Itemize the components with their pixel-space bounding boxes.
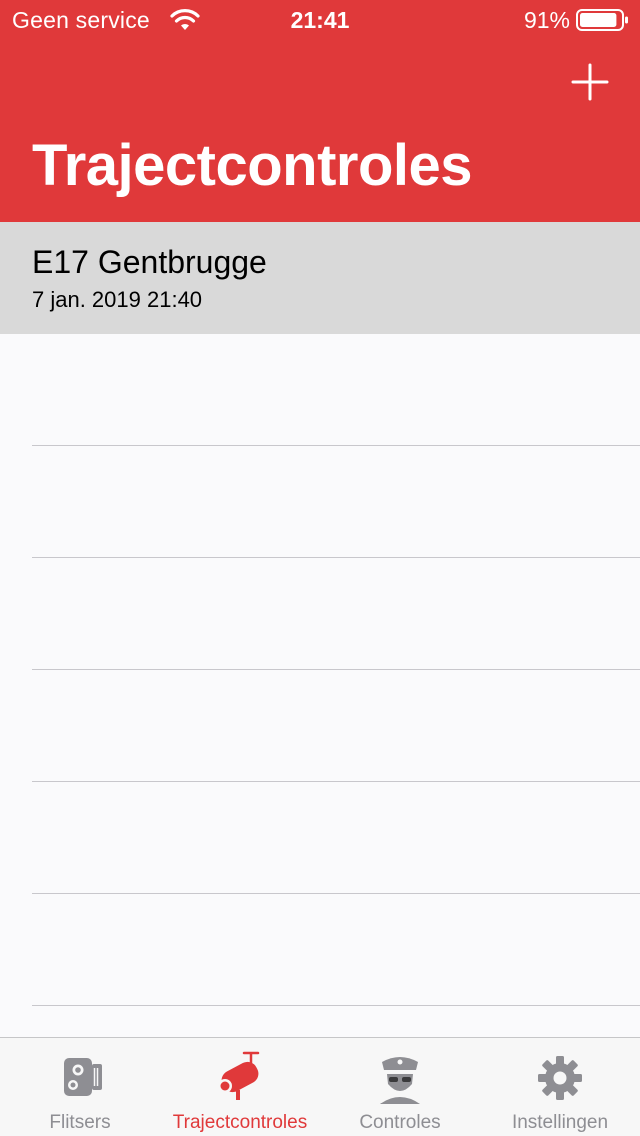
- row-separator: [32, 445, 640, 446]
- list-item[interactable]: E17 Gentbrugge 7 jan. 2019 21:40: [0, 222, 640, 334]
- tab-flitsers[interactable]: Flitsers: [0, 1038, 160, 1136]
- tab-instellingen[interactable]: Instellingen: [480, 1038, 640, 1136]
- battery-icon: [576, 9, 628, 31]
- police-officer-icon: [380, 1057, 420, 1104]
- list-item-subtitle: 7 jan. 2019 21:40: [32, 287, 203, 312]
- trajectcontroles-list: E17 Gentbrugge 7 jan. 2019 21:40: [0, 222, 640, 334]
- row-separator: [32, 893, 640, 894]
- row-separator: [32, 1005, 640, 1006]
- gear-icon: [538, 1056, 582, 1100]
- plus-icon[interactable]: [570, 62, 610, 102]
- tab-label: Controles: [359, 1112, 441, 1133]
- tab-trajectcontroles[interactable]: Trajectcontroles: [160, 1038, 320, 1136]
- row-separator: [32, 669, 640, 670]
- battery-percent-label: 91%: [523, 7, 570, 33]
- tab-bar: Flitsers Trajectcontroles Controles Inst…: [0, 1037, 640, 1136]
- tab-label: Trajectcontroles: [172, 1112, 308, 1133]
- status-bar: Geen service 21:41 91%: [0, 0, 640, 40]
- speed-camera-icon: [64, 1058, 102, 1096]
- tab-label: Flitsers: [49, 1112, 111, 1133]
- list-item-title: E17 Gentbrugge: [32, 244, 267, 280]
- battery-fill: [580, 13, 617, 27]
- navigation-bar: Trajectcontroles: [0, 40, 640, 222]
- row-separator: [32, 781, 640, 782]
- tab-label: Instellingen: [511, 1112, 609, 1133]
- cctv-camera-icon: [218, 1051, 260, 1100]
- tab-controles[interactable]: Controles: [320, 1038, 480, 1136]
- row-separator: [32, 557, 640, 558]
- page-title: Trajectcontroles: [32, 133, 473, 198]
